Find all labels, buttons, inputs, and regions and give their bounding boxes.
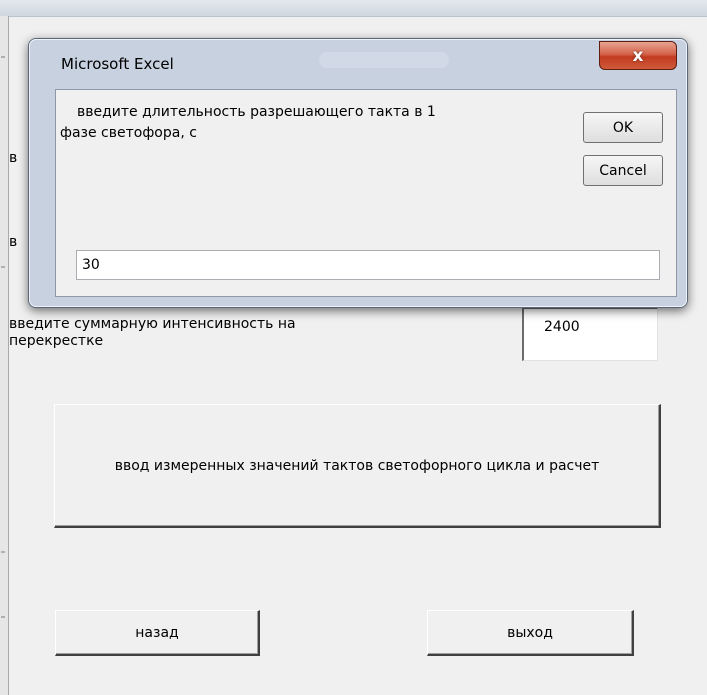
intensity-label-line1: введите суммарную интенсивность на — [9, 316, 296, 332]
intensity-label-line2: перекрестке — [9, 333, 104, 349]
sheet-edge-tick — [1, 551, 5, 553]
prompt-text: введите длительность разрешающего такта … — [60, 102, 530, 144]
back-button[interactable]: назад — [55, 610, 260, 656]
prompt-line-2: фазе светофора, с — [60, 125, 197, 141]
form-title-bar — [0, 0, 707, 17]
sheet-edge-tick — [1, 266, 5, 268]
intensity-input[interactable]: 2400 — [522, 307, 658, 361]
measure-and-calculate-button[interactable]: ввод измеренных значений тактов светофор… — [54, 404, 661, 528]
ok-button[interactable]: OK — [583, 112, 663, 143]
hidden-label-2: в — [9, 234, 18, 250]
exit-button[interactable]: выход — [427, 610, 634, 656]
sheet-edge-tick — [1, 616, 5, 618]
sheet-edge — [0, 16, 9, 695]
prompt-line-1: введите длительность разрешающего такта … — [77, 104, 436, 120]
intensity-label: введите суммарную интенсивность на перек… — [9, 316, 296, 350]
sheet-edge-tick — [1, 56, 5, 58]
close-icon: x — [632, 45, 644, 66]
value-input[interactable]: 30 — [76, 250, 660, 280]
input-box-dialog: Microsoft Excel x введите длительность р… — [28, 38, 688, 308]
dialog-title: Microsoft Excel — [61, 55, 174, 73]
background-window-title-blur — [319, 52, 449, 68]
dialog-client-area: введите длительность разрешающего такта … — [55, 89, 677, 297]
hidden-label-1: в — [9, 150, 18, 166]
close-button[interactable]: x — [599, 41, 677, 70]
cancel-button[interactable]: Cancel — [583, 155, 663, 186]
